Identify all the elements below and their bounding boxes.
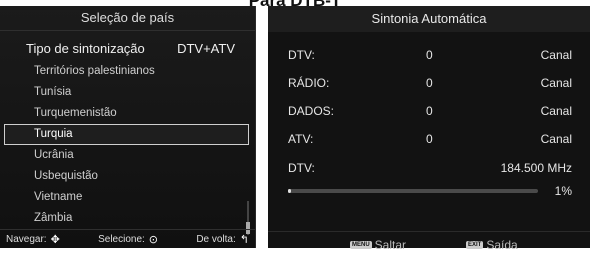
panel-title: Sintonia Automática [268,6,590,32]
country-selection-panel: Seleção de país Tipo de sintonização DTV… [0,6,256,248]
frequency-value: 184.500 MHz [500,161,572,175]
left-footer: Navegar: ✥ Selecione: ⊙ De volta: ↰ [0,229,255,248]
back-hint: De volta: ↰ [196,233,249,246]
select-label: Selecione: [98,233,145,245]
right-footer: MENU Saltar EXIT Saída [268,231,590,254]
stat-label: ATV: [288,132,314,146]
exit-button[interactable]: EXIT Saída [466,238,518,252]
stat-value: 0 [426,48,433,62]
stat-row: DTV: 0 Canal [268,42,590,68]
stat-label: RÁDIO: [288,76,330,90]
frequency-label: DTV: [288,161,315,175]
progress-track [288,189,538,193]
tuning-type-row[interactable]: Tipo de sintonização DTV+ATV [0,31,255,56]
stat-row: ATV: 0 Canal [268,126,590,152]
stat-unit: Canal [540,76,572,90]
back-arrow-icon: ↰ [239,233,249,246]
skip-label: Saltar [374,238,407,252]
stat-row: RÁDIO: 0 Canal [268,70,590,96]
country-item[interactable]: Usbequistão [0,166,255,187]
panel-title: Seleção de país [0,6,255,31]
select-hint: Selecione: ⊙ [98,233,158,246]
country-item[interactable]: Zâmbia [0,208,255,229]
stat-value: 0 [426,132,433,146]
frequency-row: DTV: 184.500 MHz [268,156,590,180]
ok-button-icon: ⊙ [148,233,159,246]
tuning-type-value: DTV+ATV [177,41,235,56]
stat-row: DADOS: 0 Canal [268,98,590,124]
country-item[interactable]: Turquemenistão [0,103,255,124]
dpad-icon: ✥ [50,233,60,246]
navigate-label: Navegar: [6,233,47,245]
progress-percent: 1% [554,184,572,198]
channel-stats: DTV: 0 Canal RÁDIO: 0 Canal DADOS: 0 Canal ATV: 0 C… [268,42,590,152]
back-label: De volta: [196,233,236,245]
skip-button[interactable]: MENU Saltar [350,238,406,252]
scan-progress: 1% [268,180,590,202]
country-item[interactable]: Ucrânia [0,145,255,166]
country-item[interactable]: Vietname [0,187,255,208]
stat-value: 0 [426,76,433,90]
stat-unit: Canal [540,104,572,118]
exit-label: Saída [486,238,518,252]
progress-fill [288,189,291,193]
stat-label: DADOS: [288,104,335,118]
auto-tuning-panel: Sintonia Automática DTV: 0 Canal RÁDIO: 0 Can… [268,6,590,252]
stat-label: DTV: [288,48,315,62]
stat-value: 0 [426,104,433,118]
country-item[interactable]: Territórios palestinianos [0,61,255,82]
navigate-hint: Navegar: ✥ [6,233,60,246]
country-item[interactable]: Turquia [4,124,249,145]
stat-unit: Canal [540,132,572,146]
stat-unit: Canal [540,48,572,62]
tuning-type-label: Tipo de sintonização [26,41,145,56]
country-item[interactable]: Tunísia [0,82,255,103]
country-list: Territórios palestinianos Tunísia Turqueme… [0,61,255,229]
